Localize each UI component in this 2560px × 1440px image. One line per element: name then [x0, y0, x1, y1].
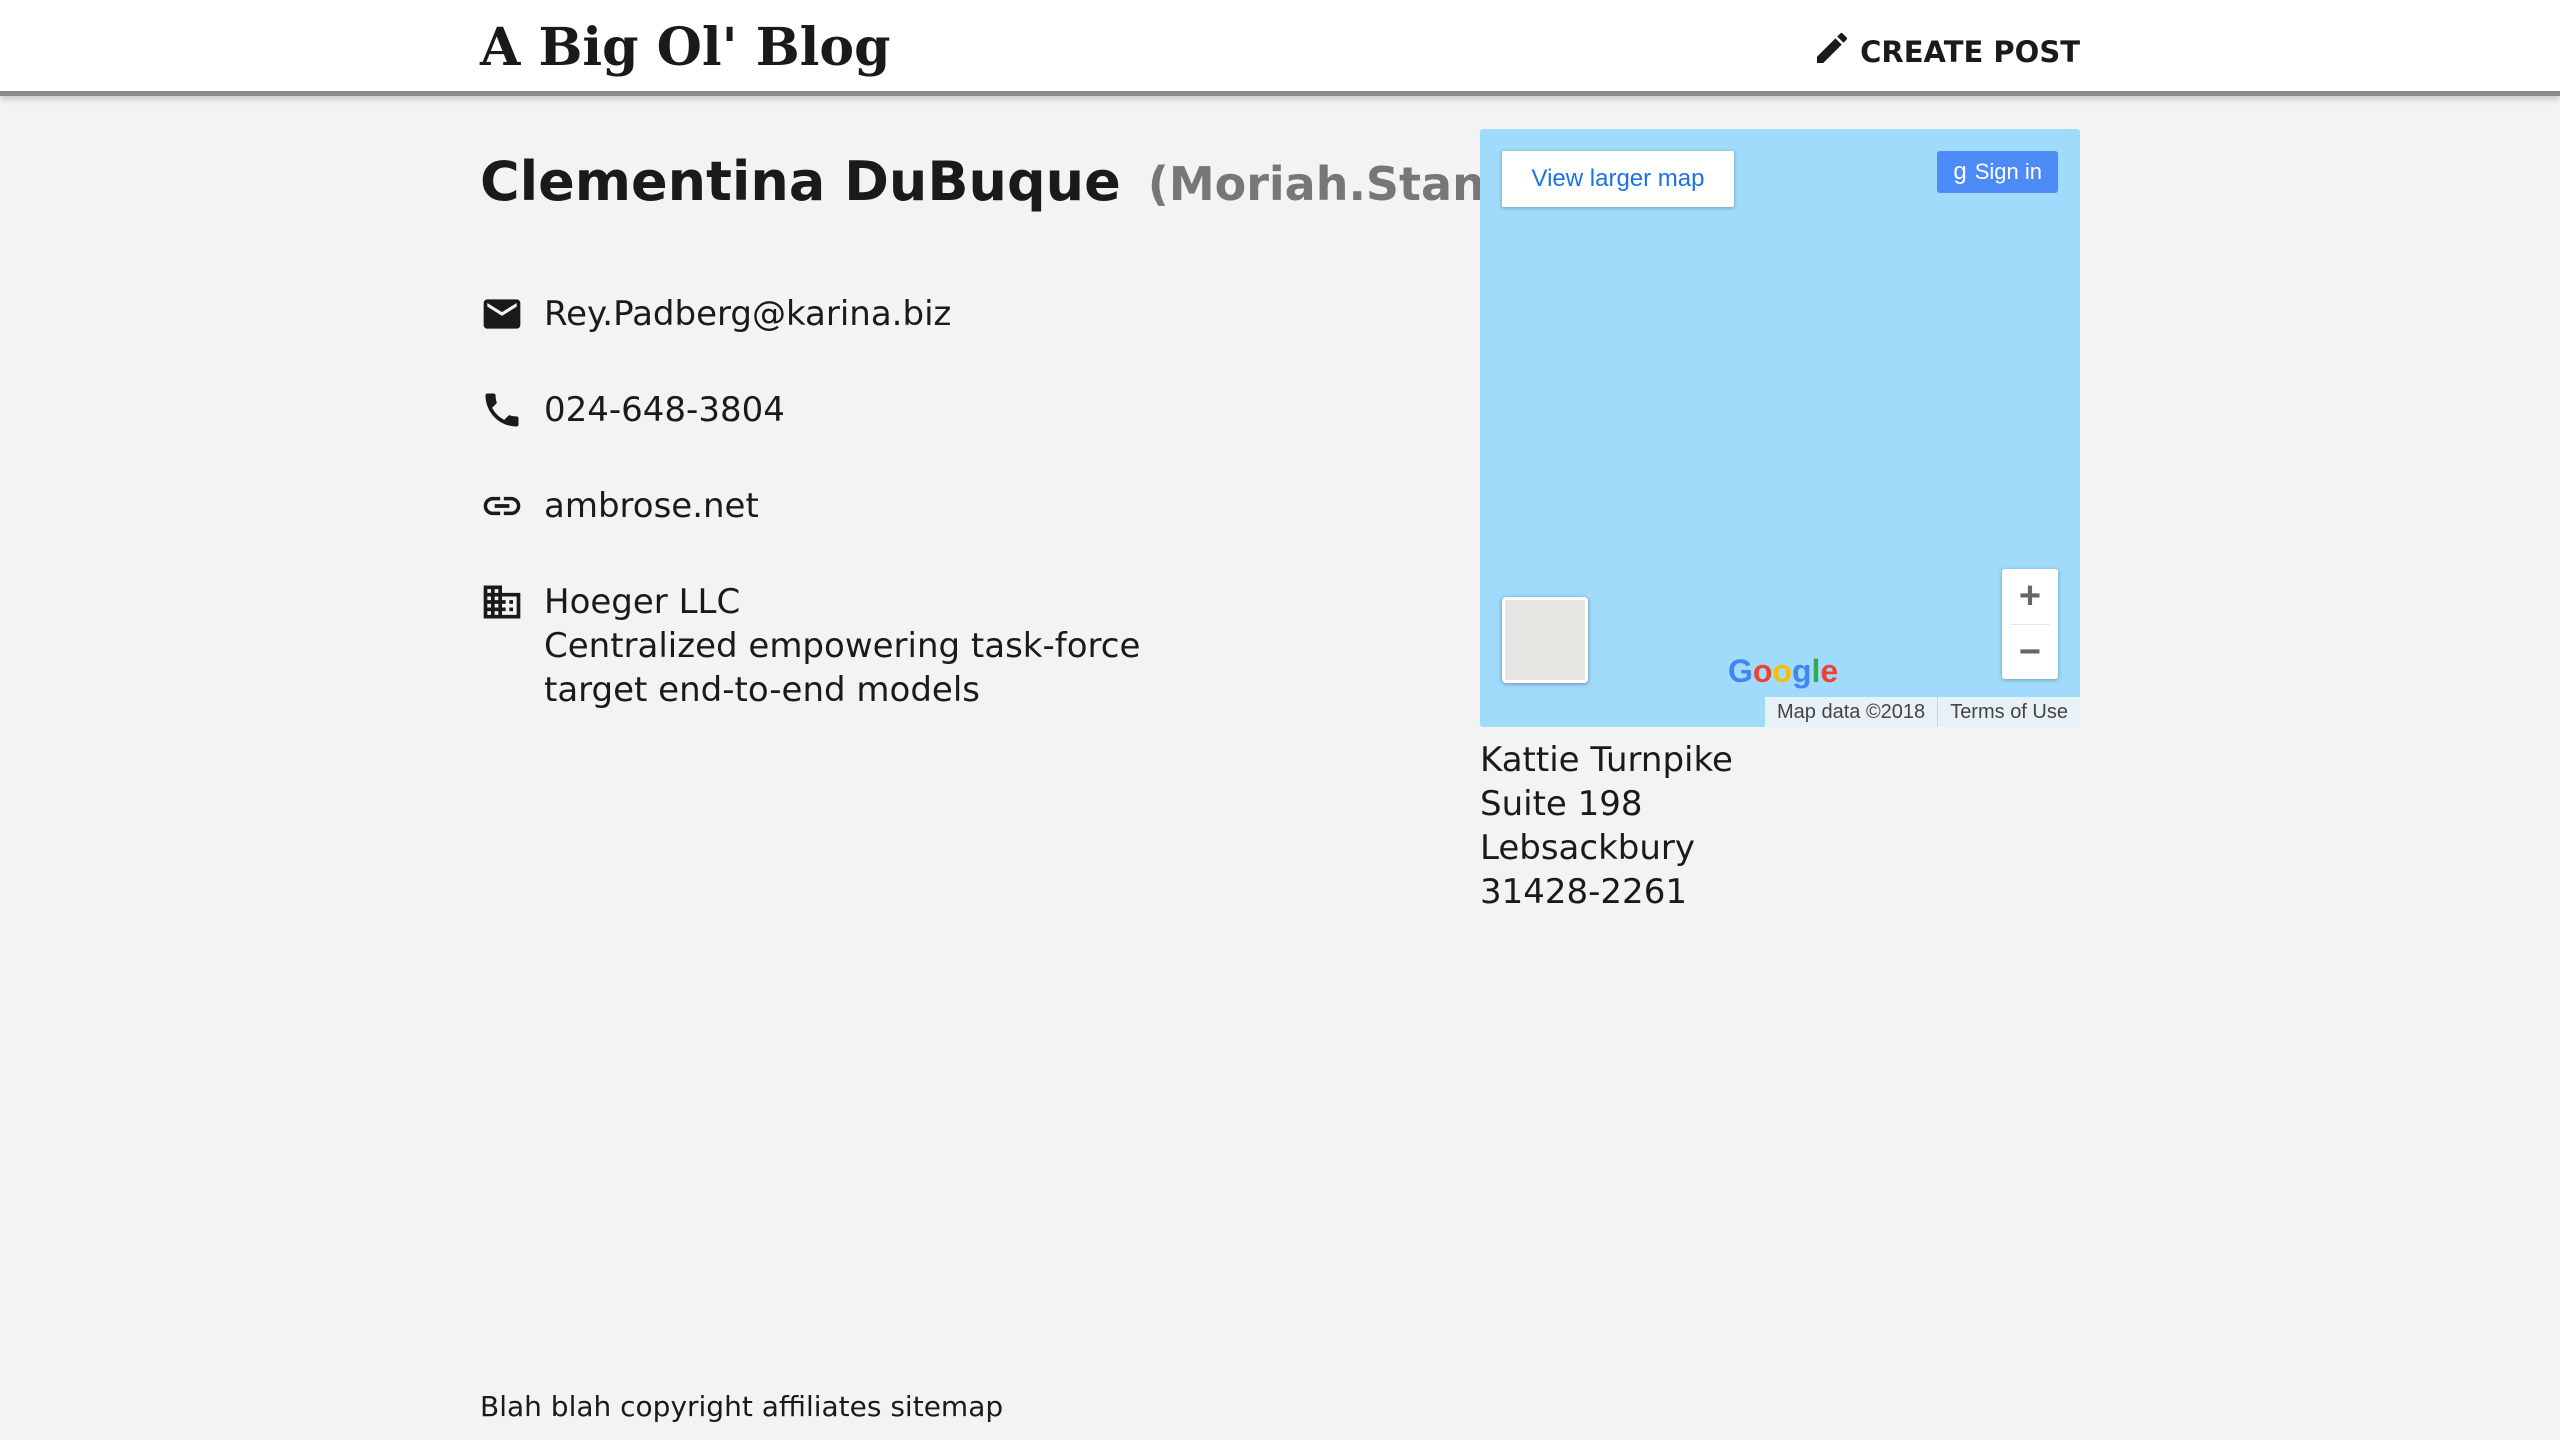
create-post-label: CREATE POST — [1860, 34, 2080, 69]
google-logo-letter: o — [1752, 653, 1773, 689]
google-g-icon: g — [1953, 158, 1967, 185]
phone-icon — [480, 388, 524, 432]
zoom-out-button[interactable]: − — [2002, 625, 2058, 680]
website-value[interactable]: ambrose.net — [544, 484, 759, 528]
phone-value[interactable]: 024-648-3804 — [544, 388, 785, 432]
company-name: Hoeger LLC — [544, 582, 741, 622]
email-row: Rey.Padberg@karina.biz — [480, 292, 951, 336]
google-logo-letter: o — [1772, 653, 1792, 689]
site-title[interactable]: A Big Ol' Blog — [480, 18, 890, 78]
zoom-in-button[interactable]: + — [2002, 569, 2058, 624]
page-footer: Blah blah copyright affiliates sitemap — [480, 1390, 1004, 1423]
google-logo: Google — [1728, 653, 1838, 690]
pencil-icon — [1812, 28, 1860, 75]
phone-row: 024-648-3804 — [480, 388, 785, 432]
user-full-name: Clementina DuBuque — [480, 150, 1121, 213]
map-zoom-control: + − — [2002, 569, 2058, 679]
terms-of-use-link[interactable]: Terms of Use — [1938, 697, 2080, 727]
create-post-button[interactable]: CREATE POST — [1812, 28, 2080, 75]
website-row: ambrose.net — [480, 484, 759, 528]
link-icon — [480, 484, 524, 528]
company-row: Hoeger LLC Centralized empowering task-f… — [480, 580, 1140, 712]
postal-address: Kattie Turnpike Suite 198 Lebsackbury 31… — [1480, 738, 1733, 914]
business-icon — [480, 580, 524, 624]
map-data-label: Map data ©2018 — [1777, 701, 1926, 723]
email-icon — [480, 292, 524, 336]
company-catch-phrase: Centralized empowering task-force — [544, 626, 1141, 666]
profile-heading: Clementina DuBuque (Moriah.Stanton) — [480, 150, 1592, 213]
address-city: Lebsackbury — [1480, 828, 1696, 868]
google-logo-letter: e — [1820, 653, 1839, 689]
google-logo-letter: g — [1791, 653, 1812, 689]
google-logo-letter: G — [1728, 653, 1753, 689]
company-details: Hoeger LLC Centralized empowering task-f… — [544, 580, 1140, 712]
top-app-bar: A Big Ol' Blog CREATE POST — [0, 0, 2560, 96]
email-value[interactable]: Rey.Padberg@karina.biz — [544, 292, 951, 336]
map-sign-in-button[interactable]: g Sign in — [1937, 151, 2058, 193]
view-larger-map-link[interactable]: View larger map — [1502, 151, 1734, 207]
address-street: Kattie Turnpike — [1480, 740, 1733, 780]
map-type-toggle[interactable] — [1502, 597, 1588, 683]
embedded-map[interactable]: View larger map g Sign in + − Google Map… — [1480, 129, 2080, 727]
address-zipcode: 31428-2261 — [1480, 872, 1687, 912]
address-suite: Suite 198 — [1480, 784, 1643, 824]
map-sign-in-label: Sign in — [1974, 159, 2042, 184]
map-attribution-bar: Map data ©2018 Terms of Use — [1765, 697, 2080, 727]
company-bs: target end-to-end models — [544, 670, 980, 710]
